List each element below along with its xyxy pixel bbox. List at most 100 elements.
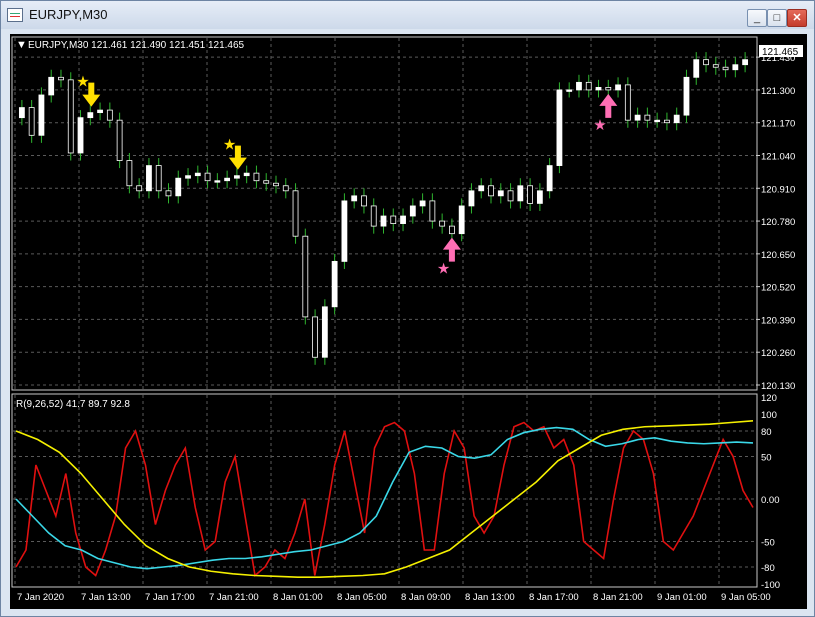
- price-axis-label: 121.170: [761, 119, 795, 130]
- bear-candle: [116, 119, 123, 161]
- bull-candle: [243, 172, 250, 177]
- indicator-axis-label: -80: [761, 563, 775, 574]
- bull-candle: [400, 215, 406, 224]
- bull-candle: [77, 117, 84, 154]
- bull-candle: [341, 200, 348, 262]
- price-axis-label: 120.910: [761, 184, 795, 195]
- bear-candle: [165, 190, 172, 197]
- buy-star-icon: ★: [593, 117, 606, 134]
- bull-candle: [351, 195, 358, 202]
- bull-candle: [146, 165, 152, 192]
- x-axis-label: 8 Jan 05:00: [337, 592, 387, 603]
- bear-candle: [67, 79, 74, 154]
- indicator-axis-label: 80: [761, 427, 772, 438]
- x-axis-label: 7 Jan 17:00: [145, 592, 195, 603]
- maximize-button[interactable]: □: [767, 9, 787, 27]
- bull-candle: [742, 59, 749, 66]
- x-axis-label: 8 Jan 21:00: [593, 592, 643, 603]
- minimize-button[interactable]: _: [747, 9, 767, 27]
- bear-candle: [136, 185, 143, 192]
- indicator-axis-label: 100: [761, 410, 777, 421]
- bull-candle: [214, 180, 221, 183]
- indicator-axis-label: 120: [761, 393, 777, 404]
- bull-candle: [566, 89, 573, 92]
- bull-candle: [732, 64, 739, 71]
- bear-candle: [722, 66, 729, 71]
- chart-canvas[interactable]: ★ ★ ★ ★ 7 Jan 2020 7 Jan 13:00 7 Jan 17:00 7 J…: [10, 34, 807, 609]
- bull-candle: [224, 177, 231, 182]
- price-axis-label: 120.650: [761, 250, 795, 261]
- bear-candle: [712, 64, 719, 68]
- sell-star-icon: ★: [223, 137, 236, 154]
- title-bar[interactable]: EURJPY,M30 _ □ ✕: [1, 1, 814, 29]
- bear-candle: [361, 195, 367, 207]
- bear-candle: [488, 185, 494, 197]
- bear-candle: [155, 165, 162, 192]
- bull-candle: [497, 190, 504, 197]
- bear-candle: [282, 185, 289, 192]
- bear-candle: [644, 114, 651, 121]
- indicator-axis-label: -100: [761, 580, 780, 591]
- bear-candle: [312, 316, 318, 358]
- indicator-header: R(9,26,52) 41.7 89.7 92.8: [16, 399, 130, 410]
- x-axis-label: 7 Jan 2020: [17, 592, 64, 603]
- bull-candle: [87, 112, 94, 119]
- indicator-line: [15, 426, 754, 570]
- bear-candle: [439, 220, 446, 227]
- bull-candle: [38, 94, 45, 136]
- bull-candle: [185, 175, 191, 179]
- x-axis-label: 7 Jan 13:00: [81, 592, 131, 603]
- bull-candle: [18, 107, 25, 119]
- x-axis-label: 9 Jan 05:00: [721, 592, 771, 603]
- bull-candle: [233, 175, 240, 179]
- close-button[interactable]: ✕: [787, 9, 807, 27]
- chart-area[interactable]: ★ ★ ★ ★ 7 Jan 2020 7 Jan 13:00 7 Jan 17:00 7 J…: [10, 34, 807, 609]
- bear-candle: [204, 172, 211, 182]
- window-title: EURJPY,M30: [29, 7, 108, 22]
- bear-candle: [302, 235, 309, 318]
- bull-candle: [576, 81, 582, 91]
- bull-candle: [468, 190, 475, 207]
- bear-candle: [605, 86, 612, 91]
- price-axis-label: 120.390: [761, 315, 795, 326]
- price-axis-label: 120.520: [761, 283, 795, 294]
- sell-star-icon: ★: [76, 74, 89, 91]
- bull-candle: [419, 200, 426, 207]
- bull-candle: [409, 205, 416, 217]
- bull-candle: [97, 109, 103, 114]
- bear-candle: [292, 190, 299, 237]
- bear-candle: [429, 200, 436, 222]
- price-axis-label: 120.780: [761, 217, 795, 228]
- price-axis-label: 121.040: [761, 151, 795, 162]
- bear-candle: [263, 180, 270, 184]
- indicator-panel-frame: [11, 393, 758, 588]
- bull-candle: [321, 306, 328, 358]
- bull-candle: [546, 165, 553, 192]
- bull-candle: [194, 172, 201, 177]
- bear-candle: [273, 182, 279, 187]
- bull-candle: [175, 177, 182, 197]
- bull-candle: [331, 261, 338, 308]
- buy-arrow-icon: [599, 93, 618, 118]
- bull-candle: [683, 76, 690, 116]
- buy-arrow-icon: [442, 237, 461, 262]
- bull-candle: [693, 59, 700, 78]
- bear-candle: [507, 190, 514, 202]
- bull-candle: [478, 185, 485, 192]
- chart-window-icon: [7, 8, 23, 22]
- bull-candle: [458, 205, 465, 235]
- bull-candle: [48, 76, 55, 96]
- bull-candle: [673, 114, 680, 124]
- x-axis-label: 7 Jan 21:00: [209, 592, 259, 603]
- bear-candle: [370, 205, 377, 227]
- bear-candle: [28, 107, 35, 136]
- bull-candle: [634, 114, 641, 121]
- price-header-text: EURJPY,M30 121.461 121.490 121.451 121.4…: [28, 40, 245, 51]
- bear-candle: [624, 84, 631, 121]
- x-axis-label: 9 Jan 01:00: [657, 592, 707, 603]
- bear-candle: [664, 119, 670, 124]
- bear-candle: [527, 185, 533, 204]
- x-axis-label: 8 Jan 17:00: [529, 592, 579, 603]
- bear-candle: [253, 172, 260, 182]
- bear-candle: [703, 59, 709, 66]
